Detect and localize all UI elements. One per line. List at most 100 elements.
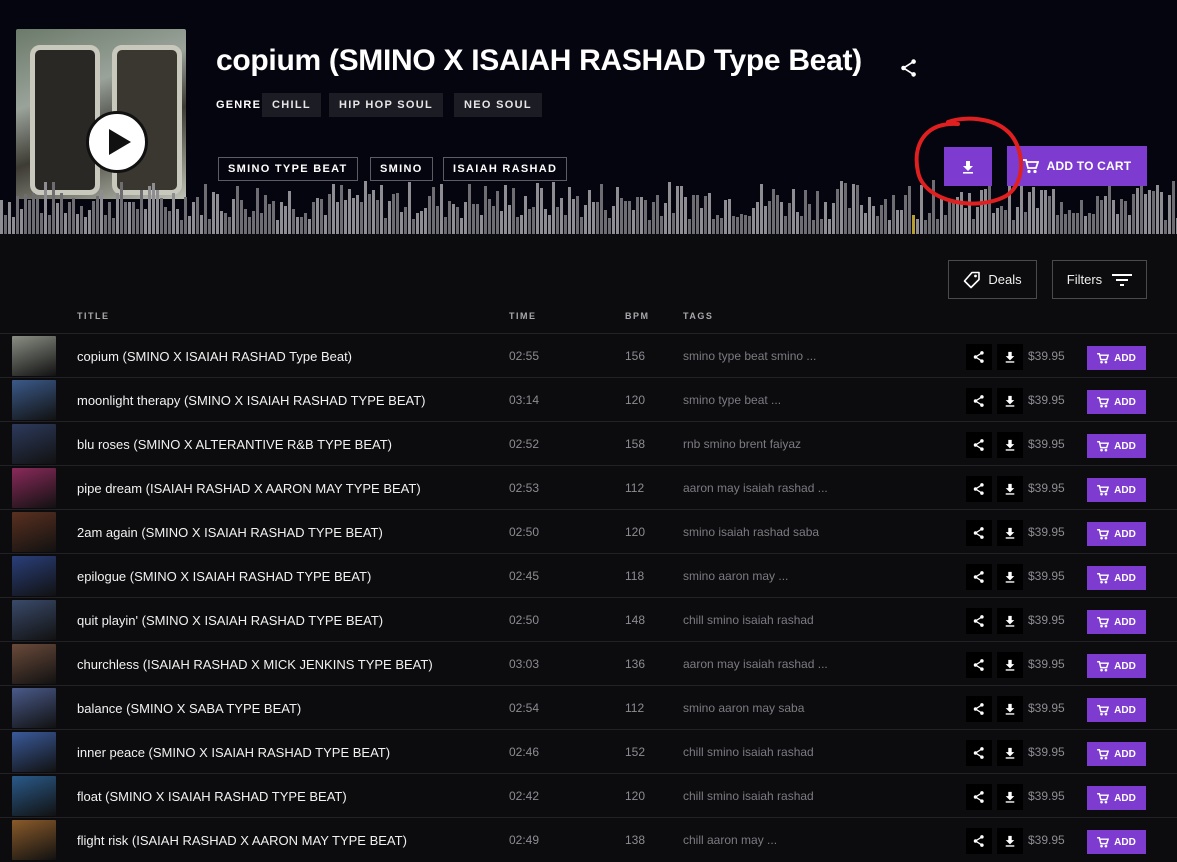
deals-button[interactable]: Deals	[948, 260, 1037, 299]
track-row[interactable]: copium (SMINO X ISAIAH RASHAD Type Beat)…	[0, 333, 1177, 377]
track-download-button[interactable]	[997, 652, 1023, 678]
share-button[interactable]	[898, 57, 920, 79]
track-title[interactable]: copium (SMINO X ISAIAH RASHAD Type Beat)	[77, 349, 352, 364]
track-add-button[interactable]: ADD	[1087, 610, 1146, 634]
track-add-button[interactable]: ADD	[1087, 830, 1146, 854]
column-header-bpm[interactable]: BPM	[625, 311, 650, 321]
track-download-button[interactable]	[997, 740, 1023, 766]
track-download-button[interactable]	[997, 608, 1023, 634]
track-price: $39.95	[1028, 393, 1065, 407]
track-add-button[interactable]: ADD	[1087, 742, 1146, 766]
track-download-button[interactable]	[997, 432, 1023, 458]
track-title[interactable]: pipe dream (ISAIAH RASHAD X AARON MAY TY…	[77, 481, 421, 496]
track-thumbnail[interactable]	[12, 600, 56, 640]
waveform[interactable]	[0, 178, 1177, 234]
track-share-button[interactable]	[966, 652, 992, 678]
track-thumbnail[interactable]	[12, 776, 56, 816]
track-row[interactable]: blu roses (SMINO X ALTERANTIVE R&B TYPE …	[0, 421, 1177, 465]
track-thumbnail[interactable]	[12, 424, 56, 464]
track-thumbnail[interactable]	[12, 688, 56, 728]
track-add-button[interactable]: ADD	[1087, 786, 1146, 810]
track-share-button[interactable]	[966, 696, 992, 722]
track-thumbnail[interactable]	[12, 380, 56, 420]
track-share-button[interactable]	[966, 784, 992, 810]
track-row[interactable]: pipe dream (ISAIAH RASHAD X AARON MAY TY…	[0, 465, 1177, 509]
track-download-button[interactable]	[997, 564, 1023, 590]
column-header-time[interactable]: TIME	[509, 311, 537, 321]
track-row[interactable]: flight risk (ISAIAH RASHAD X AARON MAY T…	[0, 817, 1177, 861]
track-add-button[interactable]: ADD	[1087, 434, 1146, 458]
track-row[interactable]: epilogue (SMINO X ISAIAH RASHAD TYPE BEA…	[0, 553, 1177, 597]
track-download-button[interactable]	[997, 388, 1023, 414]
track-tags[interactable]: aaron may isaiah rashad ...	[683, 657, 828, 671]
track-row[interactable]: churchless (ISAIAH RASHAD X MICK JENKINS…	[0, 641, 1177, 685]
track-add-button[interactable]: ADD	[1087, 390, 1146, 414]
track-title[interactable]: churchless (ISAIAH RASHAD X MICK JENKINS…	[77, 657, 433, 672]
track-title[interactable]: quit playin' (SMINO X ISAIAH RASHAD TYPE…	[77, 613, 383, 628]
track-download-button[interactable]	[997, 696, 1023, 722]
track-row[interactable]: inner peace (SMINO X ISAIAH RASHAD TYPE …	[0, 729, 1177, 773]
track-tags[interactable]: chill aaron may ...	[683, 833, 777, 847]
add-to-cart-button[interactable]: ADD TO CART	[1007, 146, 1147, 186]
track-download-button[interactable]	[997, 344, 1023, 370]
track-tags[interactable]: chill smino isaiah rashad	[683, 789, 814, 803]
track-row[interactable]: balance (SMINO X SABA TYPE BEAT) 02:54 112…	[0, 685, 1177, 729]
track-add-button[interactable]: ADD	[1087, 566, 1146, 590]
track-thumbnail[interactable]	[12, 336, 56, 376]
track-tags[interactable]: rnb smino brent faiyaz	[683, 437, 801, 451]
track-tags[interactable]: smino type beat ...	[683, 393, 781, 407]
track-title[interactable]: blu roses (SMINO X ALTERANTIVE R&B TYPE …	[77, 437, 392, 452]
track-share-button[interactable]	[966, 388, 992, 414]
track-download-button[interactable]	[997, 476, 1023, 502]
track-add-button[interactable]: ADD	[1087, 698, 1146, 722]
track-share-button[interactable]	[966, 476, 992, 502]
track-title[interactable]: flight risk (ISAIAH RASHAD X AARON MAY T…	[77, 833, 407, 848]
track-share-button[interactable]	[966, 608, 992, 634]
track-title[interactable]: moonlight therapy (SMINO X ISAIAH RASHAD…	[77, 393, 425, 408]
track-row[interactable]: 2am again (SMINO X ISAIAH RASHAD TYPE BE…	[0, 509, 1177, 553]
track-tags[interactable]: smino aaron may saba	[683, 701, 804, 715]
download-button[interactable]	[944, 147, 992, 186]
track-share-button[interactable]	[966, 740, 992, 766]
track-share-button[interactable]	[966, 564, 992, 590]
track-share-button[interactable]	[966, 344, 992, 370]
track-thumbnail[interactable]	[12, 644, 56, 684]
track-title[interactable]: balance (SMINO X SABA TYPE BEAT)	[77, 701, 301, 716]
waveform-bar	[980, 190, 983, 234]
genre-chip[interactable]: NEO SOUL	[454, 93, 542, 117]
track-thumbnail[interactable]	[12, 556, 56, 596]
track-tags[interactable]: smino isaiah rashad saba	[683, 525, 819, 539]
track-share-button[interactable]	[966, 520, 992, 546]
track-row[interactable]: moonlight therapy (SMINO X ISAIAH RASHAD…	[0, 377, 1177, 421]
track-thumbnail[interactable]	[12, 512, 56, 552]
genre-chip[interactable]: HIP HOP SOUL	[329, 93, 444, 117]
filters-button[interactable]: Filters	[1052, 260, 1147, 299]
track-share-button[interactable]	[966, 432, 992, 458]
track-title[interactable]: 2am again (SMINO X ISAIAH RASHAD TYPE BE…	[77, 525, 383, 540]
track-tags[interactable]: aaron may isaiah rashad ...	[683, 481, 828, 495]
track-thumbnail[interactable]	[12, 820, 56, 860]
column-header-title[interactable]: TITLE	[77, 311, 110, 321]
cover-art[interactable]	[16, 29, 186, 199]
track-share-button[interactable]	[966, 828, 992, 854]
track-row[interactable]: float (SMINO X ISAIAH RASHAD TYPE BEAT) 0…	[0, 773, 1177, 817]
track-add-button[interactable]: ADD	[1087, 522, 1146, 546]
track-thumbnail[interactable]	[12, 732, 56, 772]
track-title[interactable]: epilogue (SMINO X ISAIAH RASHAD TYPE BEA…	[77, 569, 371, 584]
track-title[interactable]: inner peace (SMINO X ISAIAH RASHAD TYPE …	[77, 745, 390, 760]
track-tags[interactable]: smino type beat smino ...	[683, 349, 816, 363]
genre-chip[interactable]: CHILL	[262, 93, 321, 117]
track-download-button[interactable]	[997, 520, 1023, 546]
track-download-button[interactable]	[997, 784, 1023, 810]
track-title[interactable]: float (SMINO X ISAIAH RASHAD TYPE BEAT)	[77, 789, 347, 804]
track-tags[interactable]: smino aaron may ...	[683, 569, 788, 583]
track-tags[interactable]: chill smino isaiah rashad	[683, 745, 814, 759]
track-thumbnail[interactable]	[12, 468, 56, 508]
track-download-button[interactable]	[997, 828, 1023, 854]
track-row[interactable]: quit playin' (SMINO X ISAIAH RASHAD TYPE…	[0, 597, 1177, 641]
track-add-button[interactable]: ADD	[1087, 346, 1146, 370]
track-add-button[interactable]: ADD	[1087, 654, 1146, 678]
track-tags[interactable]: chill smino isaiah rashad	[683, 613, 814, 627]
play-button[interactable]	[86, 111, 148, 173]
track-add-button[interactable]: ADD	[1087, 478, 1146, 502]
